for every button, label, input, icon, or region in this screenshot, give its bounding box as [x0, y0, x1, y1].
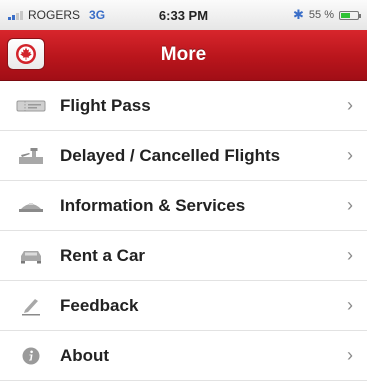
network-type: 3G [89, 8, 106, 22]
chevron-right-icon: › [347, 145, 353, 165]
bluetooth-icon: ✱ [293, 7, 304, 22]
menu-item-label: About [60, 345, 110, 365]
menu-list: Flight Pass › Delayed / Cancelled Flight… [0, 81, 367, 381]
chevron-right-icon: › [347, 195, 353, 215]
battery-fill [341, 12, 350, 18]
pencil-icon [14, 295, 48, 317]
chevron-right-icon: › [347, 245, 353, 265]
chevron-right-icon: › [347, 95, 353, 115]
page-title: More [160, 44, 207, 65]
home-logo-button[interactable] [7, 38, 45, 70]
battery-icon [339, 10, 361, 20]
nav-bar: More [0, 30, 367, 81]
signal-icon [8, 10, 23, 20]
menu-item-information-services[interactable]: Information & Services › [0, 181, 367, 231]
menu-item-delayed-cancelled-flights[interactable]: Delayed / Cancelled Flights › [0, 131, 367, 181]
chevron-right-icon: › [347, 345, 353, 365]
menu-item-label: Delayed / Cancelled Flights [60, 145, 281, 165]
menu-item-feedback[interactable]: Feedback › [0, 281, 367, 331]
carrier-name: ROGERS [28, 8, 81, 22]
status-left: ROGERS 3G [8, 8, 105, 22]
status-right: ✱ 55 % [293, 7, 361, 23]
chevron-right-icon: › [347, 295, 353, 315]
menu-item-label: Feedback [60, 295, 139, 315]
status-bar: ROGERS 3G 6:33 PM ✱ 55 % [0, 0, 367, 30]
ticket-icon [14, 95, 48, 117]
plane-info-icon [14, 195, 48, 217]
menu-item-about[interactable]: About › [0, 331, 367, 381]
airport-icon [14, 145, 48, 167]
menu-item-flight-pass[interactable]: Flight Pass › [0, 81, 367, 131]
info-icon [14, 345, 48, 367]
maple-leaf-icon [16, 44, 36, 64]
menu-item-rent-a-car[interactable]: Rent a Car › [0, 231, 367, 281]
menu-item-label: Flight Pass [60, 95, 151, 115]
car-icon [14, 245, 48, 267]
menu-item-label: Rent a Car [60, 245, 146, 265]
menu-item-label: Information & Services [60, 195, 246, 215]
battery-percent: 55 % [308, 9, 334, 21]
